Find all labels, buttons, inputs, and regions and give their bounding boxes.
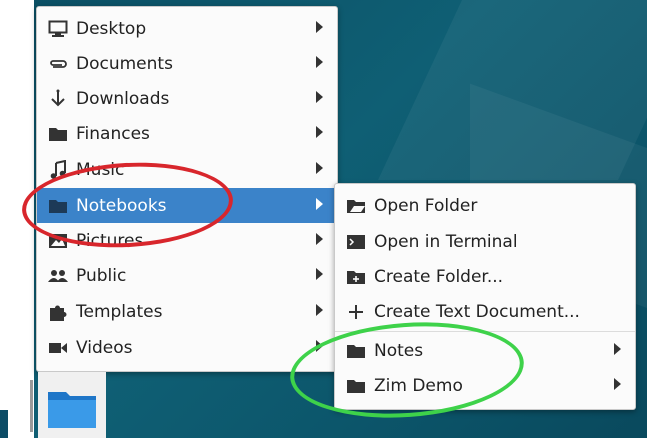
menu-item-templates[interactable]: Templates [37, 294, 337, 329]
menu-separator [335, 331, 635, 332]
menu-item-pictures[interactable]: Pictures [37, 223, 337, 258]
places-launcher-button[interactable] [38, 372, 106, 438]
chevron-right-icon [316, 198, 323, 210]
menu-item-label: Documents [76, 53, 173, 74]
chevron-right-icon [316, 268, 323, 280]
submenu-create-folder[interactable]: Create Folder... [335, 259, 635, 294]
submenu-open-terminal[interactable]: Open in Terminal [335, 224, 635, 259]
menu-item-videos[interactable]: Videos [37, 330, 337, 365]
open-folder-icon [345, 195, 367, 217]
video-icon [47, 337, 69, 359]
chevron-right-icon [316, 126, 323, 138]
chevron-right-icon [614, 378, 621, 390]
submenu-label: Open in Terminal [374, 231, 518, 252]
folder-icon [345, 375, 367, 397]
folder-icon [345, 340, 367, 362]
menu-item-label: Public [76, 265, 127, 286]
picture-icon [47, 230, 69, 252]
chevron-right-icon [316, 233, 323, 245]
menu-item-label: Templates [76, 301, 163, 322]
plus-icon [345, 301, 367, 323]
terminal-icon [345, 231, 367, 253]
menu-item-label: Finances [76, 123, 150, 144]
menu-item-notebooks[interactable]: Notebooks [37, 188, 337, 223]
music-icon [47, 159, 69, 181]
menu-item-desktop[interactable]: Desktop [37, 11, 337, 46]
paperclip-icon [47, 53, 69, 75]
new-folder-icon [345, 266, 367, 288]
menu-item-label: Desktop [76, 18, 147, 39]
submenu-create-text-document[interactable]: Create Text Document... [335, 294, 635, 329]
menu-item-public[interactable]: Public [37, 258, 337, 293]
chevron-right-icon [316, 56, 323, 68]
download-icon [47, 88, 69, 110]
submenu-folder-zim-demo[interactable]: Zim Demo [335, 368, 635, 403]
people-icon [47, 265, 69, 287]
left-panel-corner [0, 410, 8, 438]
left-panel-strip [0, 0, 34, 438]
menu-item-downloads[interactable]: Downloads [37, 81, 337, 116]
menu-item-label: Music [76, 159, 125, 180]
folder-icon [47, 195, 69, 217]
menu-item-label: Downloads [76, 88, 170, 109]
notebooks-submenu: Open Folder Open in Terminal Create Fold… [334, 183, 636, 410]
submenu-open-folder[interactable]: Open Folder [335, 188, 635, 223]
submenu-folder-notes[interactable]: Notes [335, 333, 635, 368]
submenu-label: Notes [374, 340, 424, 361]
chevron-right-icon [316, 91, 323, 103]
menu-item-music[interactable]: Music [37, 152, 337, 187]
chevron-right-icon [316, 21, 323, 33]
menu-item-finances[interactable]: Finances [37, 116, 337, 151]
chevron-right-icon [316, 340, 323, 352]
submenu-label: Create Text Document... [374, 301, 580, 322]
menu-item-label: Videos [76, 337, 133, 358]
menu-item-label: Pictures [76, 230, 144, 251]
submenu-label: Zim Demo [374, 375, 463, 396]
puzzle-icon [47, 301, 69, 323]
folder-icon [47, 123, 69, 145]
chevron-right-icon [614, 343, 621, 355]
submenu-label: Open Folder [374, 195, 478, 216]
panel-handle[interactable] [30, 380, 33, 432]
submenu-label: Create Folder... [374, 266, 504, 287]
chevron-right-icon [316, 162, 323, 174]
menu-item-label: Notebooks [76, 195, 167, 216]
desktop-icon [47, 18, 69, 40]
places-menu: Desktop Documents Downloads Finances Mus… [36, 6, 338, 372]
menu-item-documents[interactable]: Documents [37, 46, 337, 81]
folder-icon [46, 386, 98, 430]
chevron-right-icon [316, 304, 323, 316]
